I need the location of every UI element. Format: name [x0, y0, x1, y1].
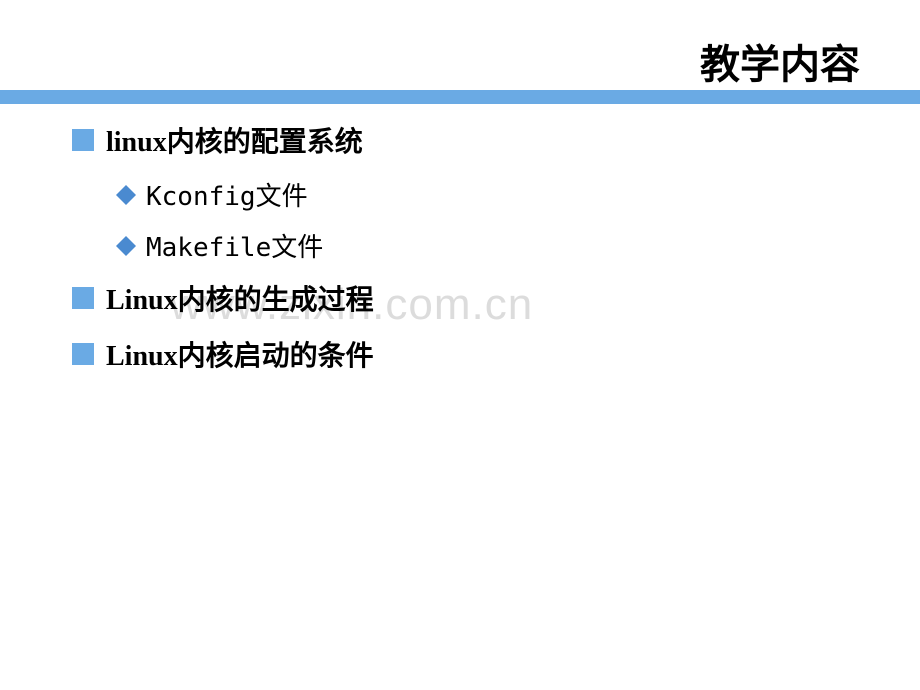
sub-item-label: Kconfig文件 — [146, 176, 308, 213]
page-title: 教学内容 — [700, 32, 860, 90]
square-bullet-icon — [72, 343, 94, 365]
item-label: linux内核的配置系统 — [106, 120, 363, 160]
square-bullet-icon — [72, 129, 94, 151]
square-bullet-icon — [72, 287, 94, 309]
content-area: linux内核的配置系统 Kconfig文件 Makefile文件 Linux内… — [72, 120, 860, 390]
sub-list-item: Makefile文件 — [116, 227, 860, 264]
diamond-bullet-icon — [116, 185, 136, 205]
sub-item-label: Makefile文件 — [146, 227, 323, 264]
divider-bar — [0, 90, 920, 104]
list-item: Linux内核启动的条件 — [72, 334, 860, 374]
list-item: linux内核的配置系统 — [72, 120, 860, 160]
item-label: Linux内核启动的条件 — [106, 334, 374, 374]
item-label: Linux内核的生成过程 — [106, 278, 374, 318]
list-item: Linux内核的生成过程 — [72, 278, 860, 318]
sub-list-item: Kconfig文件 — [116, 176, 860, 213]
diamond-bullet-icon — [116, 236, 136, 256]
